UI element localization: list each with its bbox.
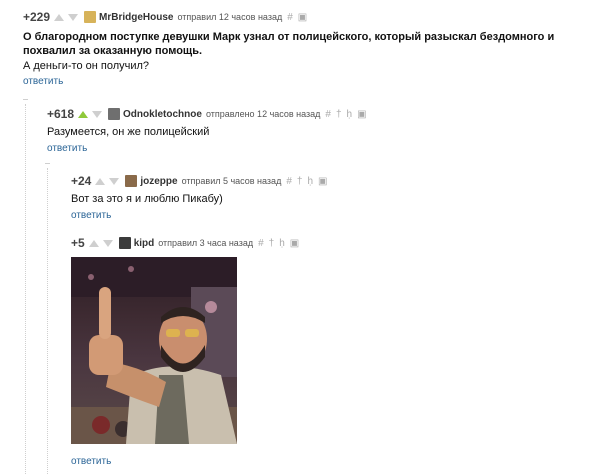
hash-icon[interactable]: # <box>286 176 292 187</box>
comment-header: +618 Odnokletochnoe отправлено 12 часов … <box>47 107 367 121</box>
save-icon[interactable]: ▣ <box>318 176 327 187</box>
avatar[interactable] <box>84 11 97 23</box>
comment-rating: +24 <box>71 174 92 188</box>
comment-author[interactable]: Odnokletochnoe <box>123 109 202 120</box>
comment-author[interactable]: kipd <box>134 238 155 249</box>
comment-text: А деньги-то он получил? <box>23 60 150 72</box>
pin-icon[interactable]: † <box>269 238 275 249</box>
downvote-icon[interactable] <box>92 110 103 118</box>
comment-header: +229 MrBridgeHouse отправил 12 часов наз… <box>23 10 307 24</box>
reply-link[interactable]: ответить <box>23 76 63 87</box>
hash-icon[interactable]: # <box>287 12 293 23</box>
pin-icon[interactable]: † <box>297 176 303 187</box>
downvote-icon[interactable] <box>109 177 120 185</box>
comment-header: +5 kipd отправил 3 часа назад # † ḥ ▣ <box>71 236 299 250</box>
comment-rating: +618 <box>47 107 75 121</box>
hash-icon[interactable]: # <box>325 109 331 120</box>
comment-title: О благородном поступке девушки Марк узна… <box>23 31 555 57</box>
reply-link[interactable]: ответить <box>71 210 111 221</box>
avatar[interactable] <box>125 175 138 187</box>
save-icon[interactable]: ▣ <box>357 109 366 120</box>
upvote-icon[interactable] <box>88 239 99 247</box>
comment-timestamp: отправил 12 часов назад <box>177 12 283 22</box>
comment-header: +24 jozeppe отправил 5 часов назад # † ḥ… <box>71 174 327 188</box>
flag-icon[interactable]: ḥ <box>279 238 285 249</box>
comment-timestamp: отправил 3 часа назад <box>158 238 254 248</box>
thread-line[interactable] <box>47 168 48 474</box>
comment-text: Вот за это я и люблю Пикабу) <box>71 193 223 205</box>
thread-line[interactable] <box>25 104 26 474</box>
collapse-toggle[interactable] <box>23 99 28 100</box>
upvote-icon[interactable] <box>54 13 65 21</box>
comment-timestamp: отправлено 12 часов назад <box>205 109 321 119</box>
comment-image[interactable] <box>71 257 237 444</box>
upvote-icon[interactable] <box>78 110 89 118</box>
avatar[interactable] <box>108 108 121 120</box>
save-icon[interactable]: ▣ <box>290 238 299 249</box>
thumbs-up-photo <box>71 257 237 444</box>
pin-icon[interactable]: † <box>336 109 342 120</box>
avatar[interactable] <box>118 237 131 249</box>
reply-link[interactable]: ответить <box>71 456 111 467</box>
downvote-icon[interactable] <box>68 13 79 21</box>
flag-icon[interactable]: ḥ <box>307 176 313 187</box>
collapse-toggle[interactable] <box>45 163 50 164</box>
upvote-icon[interactable] <box>95 177 106 185</box>
flag-icon[interactable]: ḥ <box>347 109 353 120</box>
comment-author[interactable]: jozeppe <box>140 176 177 187</box>
hash-icon[interactable]: # <box>258 238 264 249</box>
reply-link[interactable]: ответить <box>47 143 87 154</box>
comment-rating: +229 <box>23 10 51 24</box>
save-icon[interactable]: ▣ <box>298 12 307 23</box>
comment-rating: +5 <box>71 236 85 250</box>
comment-timestamp: отправил 5 часов назад <box>181 176 282 186</box>
downvote-icon[interactable] <box>102 239 113 247</box>
comment-text: Разумеется, он же полицейский <box>47 126 210 138</box>
comment-author[interactable]: MrBridgeHouse <box>99 12 173 23</box>
